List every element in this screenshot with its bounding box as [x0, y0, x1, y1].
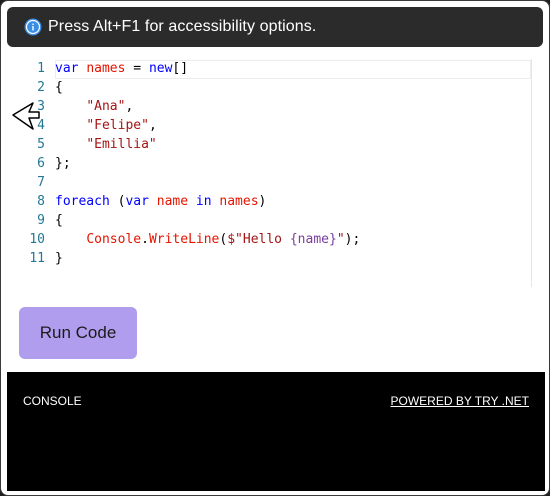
arrow-pointer-icon [11, 99, 41, 133]
code-text: { [55, 213, 63, 228]
line-number: 2 [37, 80, 45, 95]
code-text: "Ana", [86, 99, 134, 114]
code-text: var names = new[] [55, 61, 189, 76]
line-number: 6 [37, 156, 45, 171]
code-line: 4 "Felipe", [7, 116, 531, 135]
line-number: 10 [29, 232, 45, 247]
code-line: 9{ [7, 211, 531, 230]
code-line: 7 [7, 173, 531, 192]
code-text: "Felipe", [86, 118, 157, 133]
line-number: 9 [37, 213, 45, 228]
accessibility-banner: Press Alt+F1 for accessibility options. [7, 7, 543, 47]
code-text: "Emillia" [86, 137, 157, 152]
code-line: 6}; [7, 154, 531, 173]
code-line: 3 "Ana", [7, 97, 531, 116]
console-label: CONSOLE [23, 394, 82, 408]
code-text: Console.WriteLine($"Hello {name}"); [86, 232, 361, 247]
code-text: { [55, 80, 63, 95]
code-line: 8 foreach (var name in names) [7, 192, 531, 211]
line-number: 8 [37, 194, 45, 209]
line-number: 11 [29, 251, 45, 266]
try-dotnet-widget: Press Alt+F1 for accessibility options. … [0, 0, 550, 496]
line-number: 1 [37, 61, 45, 76]
line-number: 5 [37, 137, 45, 152]
line-number: 7 [37, 175, 45, 190]
code-line: 1 var names = new[] [7, 59, 531, 78]
code-line: 11} [7, 249, 531, 268]
code-text: }; [55, 156, 71, 171]
code-line: 5 "Emillia" [7, 135, 531, 154]
code-line: 10 Console.WriteLine($"Hello {name}"); [7, 230, 531, 249]
powered-by-link[interactable]: POWERED BY TRY .NET [391, 394, 529, 408]
code-text: foreach (var name in names) [55, 194, 267, 209]
code-text: } [55, 251, 63, 266]
run-code-button[interactable]: Run Code [19, 307, 137, 359]
info-icon [24, 18, 42, 36]
accessibility-text: Press Alt+F1 for accessibility options. [48, 18, 317, 35]
code-line: 2{ [7, 78, 531, 97]
console-panel: CONSOLE POWERED BY TRY .NET [7, 372, 545, 491]
code-editor[interactable]: 1 var names = new[] 2{3 "Ana", 4 "Felipe", 5… [7, 59, 532, 287]
